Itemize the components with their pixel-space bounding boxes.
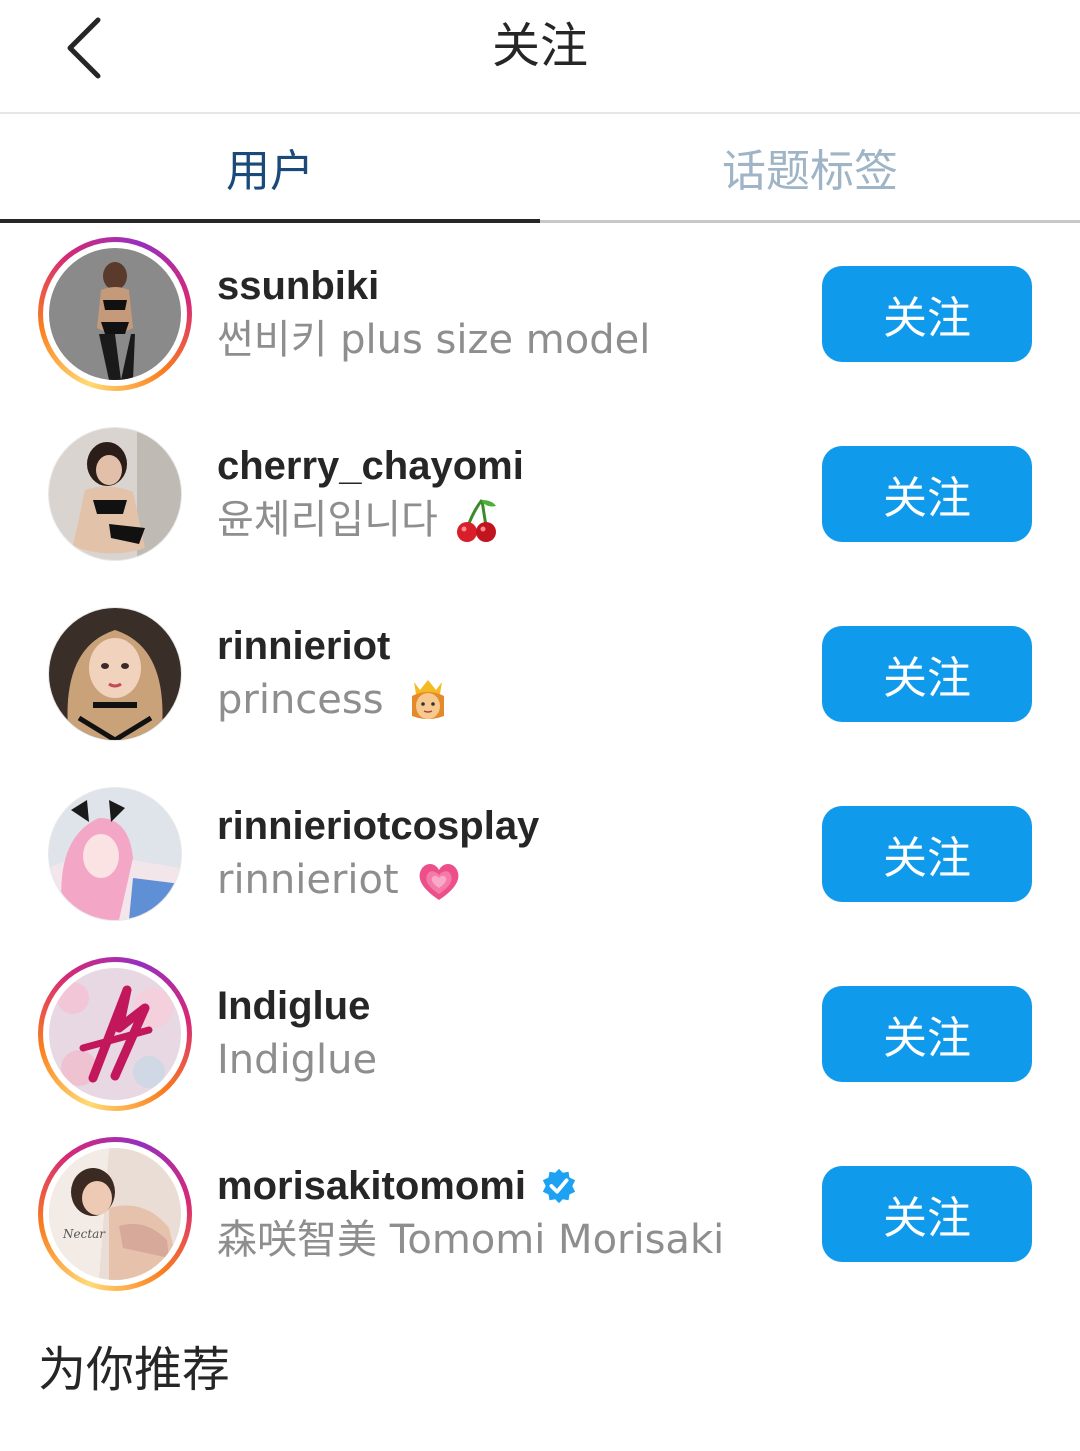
avatar [49,608,181,740]
growing-heart-emoji-icon [419,864,459,900]
tab-hashtags[interactable]: 话题标签 [540,114,1080,220]
story-ring[interactable]: Nectar [38,1137,192,1291]
story-ring[interactable] [38,237,192,391]
list-item[interactable]: Nectar morisakitomomi 森咲智美 Tomomi Morisa… [0,1124,1080,1304]
princess-emoji-icon [411,680,444,719]
full-name: 썬비키 plus size model [217,317,651,363]
following-list: ssunbiki 썬비키 plus size model 关注 cherry_c… [0,224,1080,1304]
username[interactable]: cherry_chayomi [217,440,524,492]
list-item[interactable]: rinnieriot princess 关注 [0,584,1080,764]
avatar [49,428,181,560]
list-item[interactable]: ssunbiki 썬비키 plus size model 关注 [0,224,1080,404]
follow-button[interactable]: 关注 [822,806,1032,902]
verified-badge-icon [542,1168,576,1204]
username[interactable]: Indiglue [217,980,370,1032]
full-name: princess [217,674,452,726]
cherry-emoji-icon [456,499,496,542]
tab-bar: 用户 话题标签 [0,114,1080,224]
avatar-frame[interactable] [48,787,182,921]
top-bar: 关注 [0,0,1080,114]
full-name: rinnieriot [217,854,463,906]
username[interactable]: morisakitomomi [217,1160,578,1212]
username[interactable]: ssunbiki [217,260,379,312]
follow-button[interactable]: 关注 [822,1166,1032,1262]
list-item[interactable]: Indiglue Indiglue 关注 [0,944,1080,1124]
avatar [49,968,181,1100]
full-name: Indiglue [217,1037,378,1083]
page-title: 关注 [491,18,588,74]
avatar-frame[interactable] [48,607,182,741]
follow-button[interactable]: 关注 [822,626,1032,722]
follow-button[interactable]: 关注 [822,266,1032,362]
suggested-section-title: 为你推荐 [38,1342,231,1398]
active-tab-indicator [0,219,540,223]
username[interactable]: rinnieriotcosplay [217,800,539,852]
avatar: Nectar [49,1148,181,1280]
list-item[interactable]: rinnieriotcosplay rinnieriot 关注 [0,764,1080,944]
avatar [49,788,181,920]
following-screen: 关注 用户 话题标签 ssunbiki 썬비키 plus size model … [0,0,1080,1451]
tab-users[interactable]: 用户 [0,114,540,220]
full-name: 윤체리입니다 [217,494,500,546]
full-name: 森咲智美 Tomomi Morisaki [217,1217,725,1263]
avatar [49,248,181,380]
username[interactable]: rinnieriot [217,620,390,672]
avatar-frame[interactable] [48,427,182,561]
follow-button[interactable]: 关注 [822,446,1032,542]
story-ring[interactable] [38,957,192,1111]
list-item[interactable]: cherry_chayomi 윤체리입니다 关注 [0,404,1080,584]
follow-button[interactable]: 关注 [822,986,1032,1082]
svg-text:Nectar: Nectar [62,1227,106,1241]
